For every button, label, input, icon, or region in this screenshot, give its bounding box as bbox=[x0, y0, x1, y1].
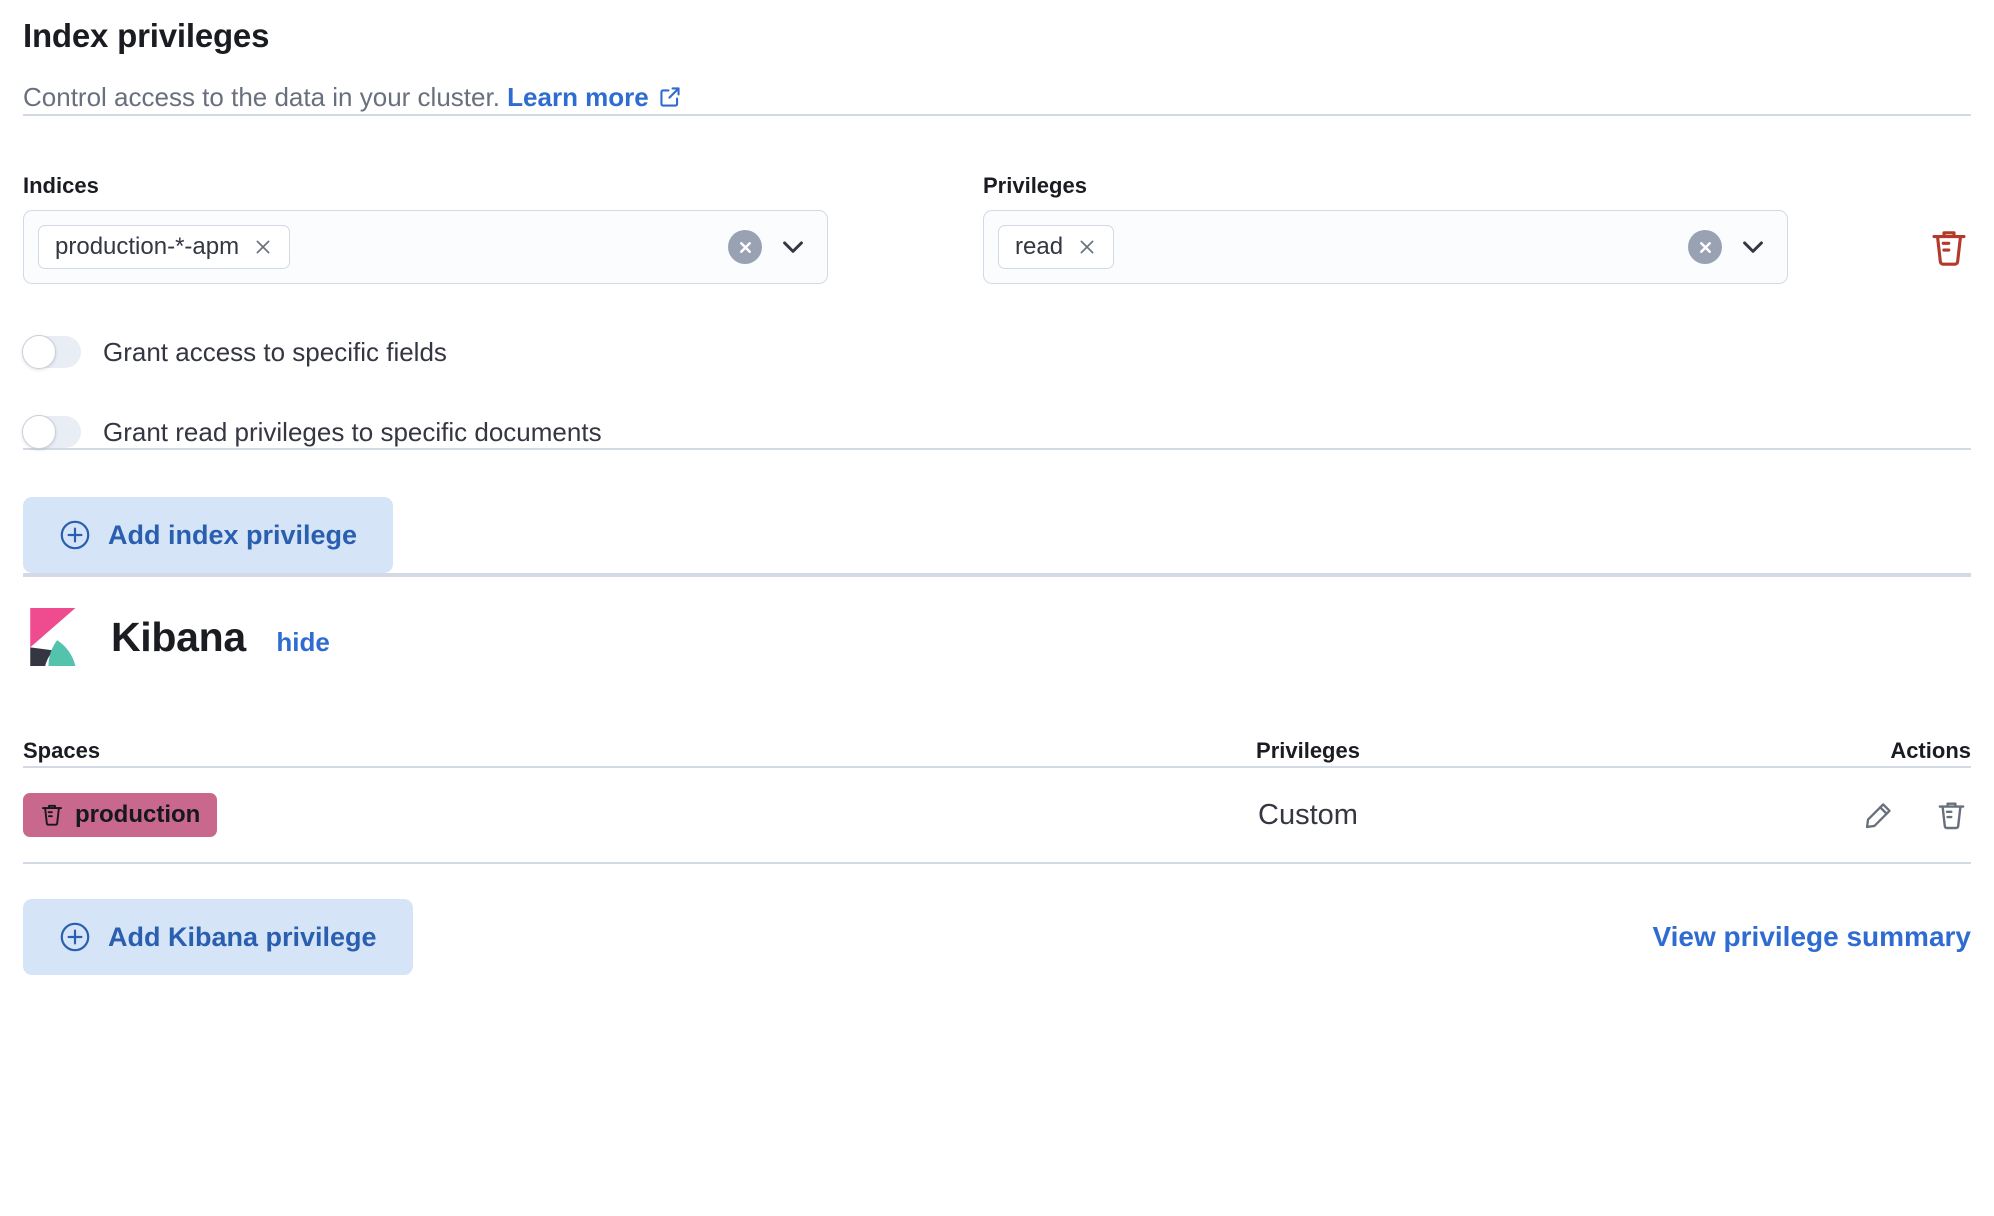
privileges-field: Privileges read bbox=[983, 172, 1788, 284]
section-divider bbox=[23, 114, 1971, 116]
document-toggle-row: Grant read privileges to specific docume… bbox=[23, 416, 1971, 448]
kibana-hide-link[interactable]: hide bbox=[276, 627, 329, 657]
index-privilege-row: Indices production-*-apm Privileges bbox=[23, 172, 1971, 284]
toggle-knob bbox=[22, 335, 56, 369]
delete-index-privilege-button[interactable] bbox=[1929, 228, 1969, 271]
space-badge: production bbox=[23, 793, 217, 837]
privileges-column-header: Privileges bbox=[1008, 738, 1608, 764]
clear-privileges-button[interactable] bbox=[1688, 230, 1722, 264]
privileges-combobox[interactable]: read bbox=[983, 210, 1788, 284]
privileges-pill: read bbox=[998, 225, 1114, 269]
chevron-down-icon[interactable] bbox=[1739, 233, 1767, 261]
kibana-privileges-table: Spaces Privileges Actions production Cus… bbox=[23, 736, 1971, 864]
form-divider bbox=[23, 448, 1971, 450]
spaces-cell: production bbox=[23, 793, 1008, 837]
field-toggle-row: Grant access to specific fields bbox=[23, 336, 1971, 368]
kibana-footer: Add Kibana privilege View privilege summ… bbox=[23, 899, 1971, 975]
grant-fields-label: Grant access to specific fields bbox=[103, 337, 447, 368]
remove-privilege-icon[interactable] bbox=[1077, 237, 1097, 257]
add-index-privilege-label: Add index privilege bbox=[108, 520, 357, 551]
table-row: production Custom bbox=[23, 768, 1971, 864]
clear-icon bbox=[1698, 240, 1713, 255]
kibana-section-divider bbox=[23, 575, 1971, 577]
actions-cell bbox=[1608, 800, 1971, 831]
edit-space-privilege-button[interactable] bbox=[1863, 800, 1894, 831]
indices-pill-label: production-*-apm bbox=[55, 233, 239, 261]
space-trash-icon bbox=[40, 803, 64, 827]
indices-label: Indices bbox=[23, 172, 828, 200]
external-link-icon bbox=[658, 85, 682, 109]
toggle-knob bbox=[22, 415, 56, 449]
grant-documents-toggle[interactable] bbox=[23, 416, 81, 448]
grant-fields-toggle[interactable] bbox=[23, 336, 81, 368]
delete-space-privilege-button[interactable] bbox=[1936, 800, 1967, 831]
view-privilege-summary-link[interactable]: View privilege summary bbox=[1652, 921, 1971, 953]
trash-icon bbox=[1929, 228, 1969, 268]
add-kibana-privilege-button[interactable]: Add Kibana privilege bbox=[23, 899, 413, 975]
learn-more-link[interactable]: Learn more bbox=[507, 82, 649, 112]
table-header-row: Spaces Privileges Actions bbox=[23, 736, 1971, 766]
kibana-title: Kibana bbox=[111, 614, 246, 660]
add-kibana-privilege-label: Add Kibana privilege bbox=[108, 922, 377, 953]
kibana-logo bbox=[23, 608, 81, 666]
actions-column-header: Actions bbox=[1608, 738, 1971, 764]
add-index-privilege-button[interactable]: Add index privilege bbox=[23, 497, 393, 573]
privilege-value: Custom bbox=[1258, 799, 1358, 831]
grant-documents-label: Grant read privileges to specific docume… bbox=[103, 417, 602, 448]
privilege-cell: Custom bbox=[1008, 799, 1608, 832]
privileges-pill-label: read bbox=[1015, 233, 1063, 261]
remove-index-icon[interactable] bbox=[253, 237, 273, 257]
spaces-column-header: Spaces bbox=[23, 738, 1008, 764]
kibana-titles: Kibana hide bbox=[111, 614, 330, 661]
page-subtitle: Control access to the data in your clust… bbox=[23, 80, 1971, 114]
kibana-header: Kibana hide bbox=[23, 608, 1971, 666]
indices-pill: production-*-apm bbox=[38, 225, 290, 269]
plus-circle-icon bbox=[59, 921, 91, 953]
indices-field: Indices production-*-apm bbox=[23, 172, 828, 284]
clear-icon bbox=[738, 240, 753, 255]
plus-circle-icon bbox=[59, 519, 91, 551]
pencil-icon bbox=[1863, 800, 1894, 831]
space-badge-label: production bbox=[75, 801, 200, 829]
clear-indices-button[interactable] bbox=[728, 230, 762, 264]
page-title: Index privileges bbox=[23, 16, 1971, 56]
indices-combobox[interactable]: production-*-apm bbox=[23, 210, 828, 284]
subtitle-text: Control access to the data in your clust… bbox=[23, 82, 500, 112]
privileges-label: Privileges bbox=[983, 172, 1788, 200]
chevron-down-icon[interactable] bbox=[779, 233, 807, 261]
trash-icon bbox=[1936, 800, 1967, 831]
